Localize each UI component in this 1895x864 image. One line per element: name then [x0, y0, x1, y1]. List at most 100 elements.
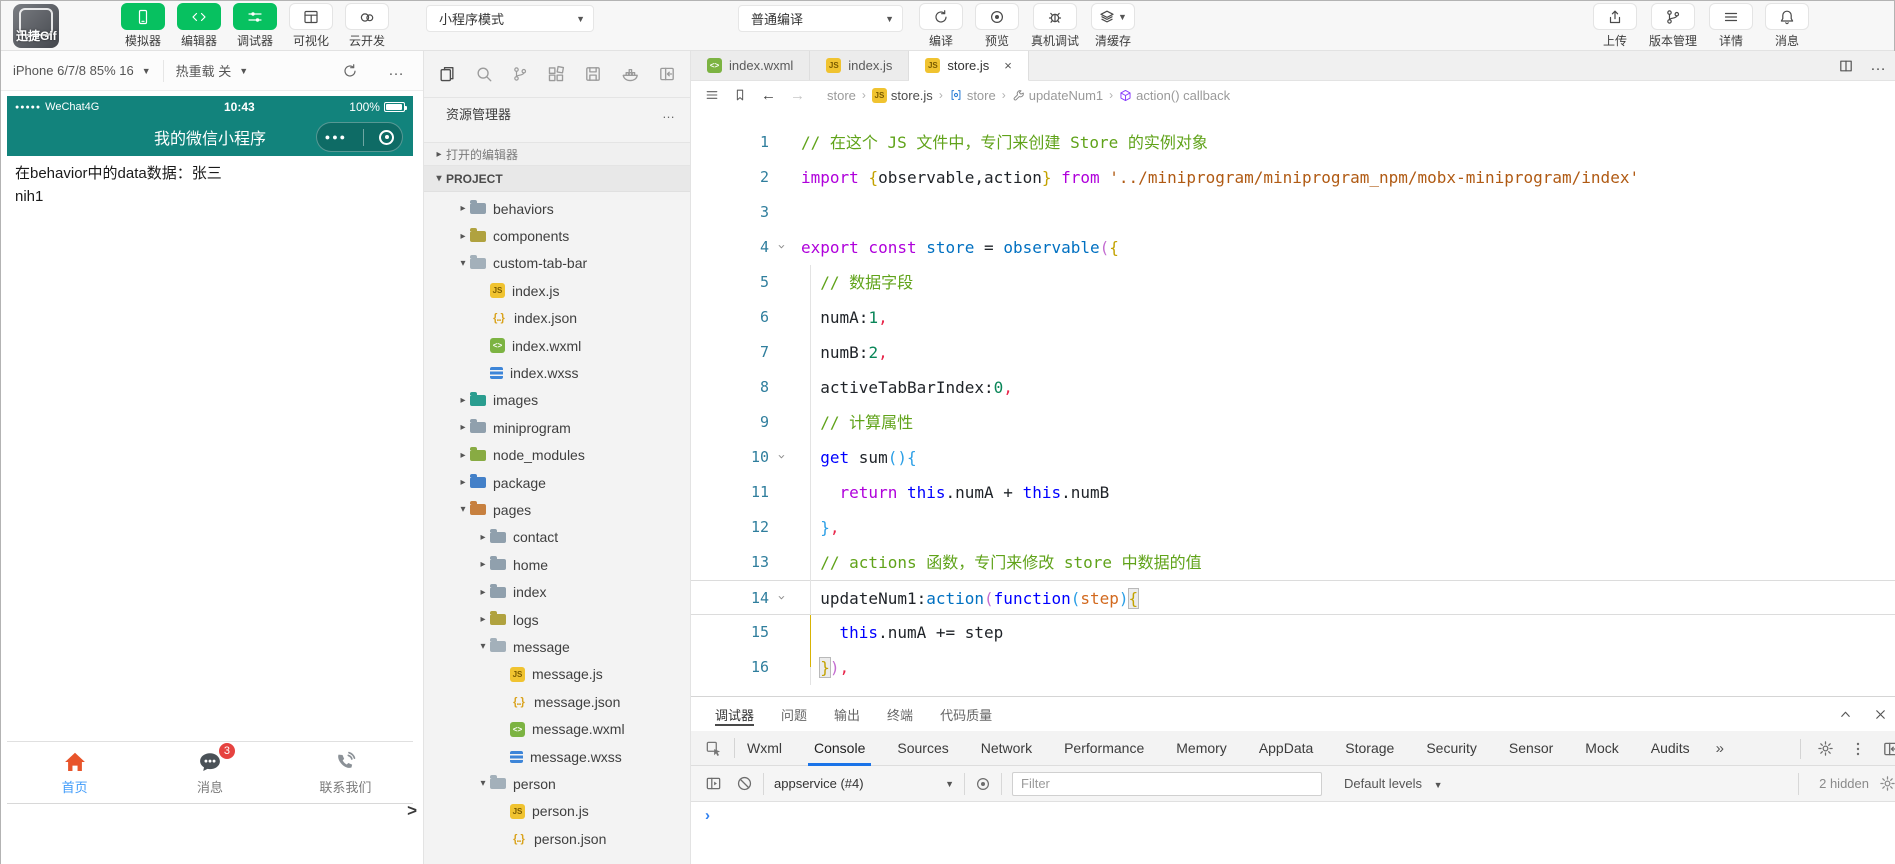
console-sidebar-toggle-icon[interactable]: [705, 775, 722, 792]
capsule-menu[interactable]: ●●●: [316, 122, 403, 152]
split-editor-icon[interactable]: [1838, 58, 1854, 74]
panel-collapse-handle[interactable]: >: [407, 801, 417, 821]
device-select-dropdown[interactable]: iPhone 6/7/8 85% 16 ▼: [13, 63, 151, 78]
panel-tab-终端[interactable]: 终端: [887, 697, 913, 731]
console-eye-icon[interactable]: [975, 776, 991, 792]
editor-tab-index.js[interactable]: JS index.js: [810, 51, 910, 80]
blocks-icon[interactable]: [547, 65, 565, 83]
tree-item-message.wxml[interactable]: <> message.wxml: [424, 715, 690, 742]
project-section[interactable]: ▾ PROJECT: [424, 166, 690, 192]
tree-item-components[interactable]: ▸ components: [424, 222, 690, 249]
outline-list-icon[interactable]: [705, 88, 719, 102]
tree-item-custom-tab-bar[interactable]: ▾ custom-tab-bar: [424, 250, 690, 277]
tree-item-message[interactable]: ▾ message: [424, 633, 690, 660]
tree-item-logs[interactable]: ▸ logs: [424, 606, 690, 633]
simulator-refresh-icon[interactable]: [342, 63, 358, 79]
editor-more-button[interactable]: …: [1870, 57, 1886, 75]
tree-item-miniprogram[interactable]: ▸ miniprogram: [424, 414, 690, 441]
log-levels-dropdown[interactable]: Default levels ▼: [1344, 776, 1443, 791]
mode-button-编辑器[interactable]: 编辑器: [177, 3, 221, 49]
mode-button-云开发[interactable]: 云开发: [345, 3, 389, 49]
search-icon[interactable]: [475, 65, 493, 83]
devtools-tab-Storage[interactable]: Storage: [1345, 731, 1394, 766]
code-editor[interactable]: 1 // 在这个 JS 文件中，专门来创建 Store 的实例对象 2 import …: [691, 109, 1895, 696]
devtools-tab-Console[interactable]: Console: [807, 731, 872, 766]
more-menu-icon[interactable]: ●●●: [325, 132, 347, 142]
mode-select-dropdown[interactable]: 小程序模式 ▼: [426, 5, 594, 32]
tree-item-node_modules[interactable]: ▸ node_modules: [424, 442, 690, 469]
breadcrumb-item[interactable]: store: [949, 88, 996, 103]
devtools-tab-Wxml[interactable]: Wxml: [747, 731, 782, 766]
breadcrumb-item[interactable]: JS store.js: [871, 87, 933, 103]
tree-item-index.js[interactable]: JS index.js: [424, 277, 690, 304]
panel-tab-输出[interactable]: 输出: [834, 697, 860, 731]
devtools-settings-icon[interactable]: [1817, 740, 1834, 757]
editor-tab-store.js[interactable]: JS store.js ×: [909, 51, 1029, 81]
hot-reload-dropdown[interactable]: 热重载 关 ▼: [176, 61, 249, 80]
tree-item-contact[interactable]: ▸ contact: [424, 524, 690, 551]
breadcrumb-item[interactable]: store: [827, 88, 856, 103]
devtools-tab-Sources[interactable]: Sources: [897, 731, 948, 766]
phone-tab-联系我们[interactable]: 联系我们: [278, 749, 413, 796]
collapse-panel-icon[interactable]: [1838, 707, 1853, 722]
tree-item-index.wxss[interactable]: index.wxss: [424, 359, 690, 386]
toolbar-button-上传[interactable]: 上传: [1592, 3, 1637, 49]
nav-back-icon[interactable]: ←: [761, 87, 776, 104]
action-button-预览[interactable]: 预览: [975, 3, 1019, 49]
tree-item-message.wxss[interactable]: message.wxss: [424, 743, 690, 770]
panel-tab-调试器[interactable]: 调试器: [715, 697, 755, 731]
mode-button-调试器[interactable]: 调试器: [233, 3, 277, 49]
dock-side-icon[interactable]: [1882, 740, 1895, 758]
close-tab-icon[interactable]: ×: [1004, 58, 1012, 73]
save-icon[interactable]: [584, 65, 602, 83]
phone-tab-首页[interactable]: 首页: [7, 749, 142, 796]
breadcrumb-item[interactable]: updateNum1: [1012, 88, 1103, 103]
close-panel-icon[interactable]: [1873, 707, 1888, 722]
editor-tab-index.wxml[interactable]: <> index.wxml: [691, 51, 811, 80]
toolbar-button-详情[interactable]: 详情: [1709, 3, 1753, 49]
devtools-kebab-icon[interactable]: [1850, 741, 1866, 757]
minimize-icon[interactable]: [379, 129, 395, 145]
more-tabs-icon[interactable]: »: [1716, 740, 1724, 757]
branch-icon[interactable]: [512, 66, 528, 82]
fold-chevron-icon[interactable]: ›: [763, 594, 798, 602]
toolbar-button-消息[interactable]: 消息: [1765, 3, 1809, 49]
tree-item-person[interactable]: ▾ person: [424, 770, 690, 797]
panel-tab-问题[interactable]: 问题: [781, 697, 807, 731]
tree-item-package[interactable]: ▸ package: [424, 469, 690, 496]
toolbar-button-版本管理[interactable]: 版本管理: [1649, 3, 1697, 49]
tree-item-message.js[interactable]: JS message.js: [424, 661, 690, 688]
action-button-真机调试[interactable]: 真机调试: [1031, 3, 1079, 49]
compile-select-dropdown[interactable]: 普通编译 ▼: [738, 5, 903, 32]
explorer-more-button[interactable]: …: [662, 106, 676, 121]
tree-item-index[interactable]: ▸ index: [424, 578, 690, 605]
docker-icon[interactable]: [621, 65, 639, 83]
mode-button-可视化[interactable]: 可视化: [289, 3, 333, 49]
open-editors-section[interactable]: ▸ 打开的编辑器: [424, 142, 690, 166]
breadcrumb-item[interactable]: action() callback: [1119, 88, 1230, 103]
tree-item-home[interactable]: ▸ home: [424, 551, 690, 578]
tree-item-pages[interactable]: ▾ pages: [424, 496, 690, 523]
tree-item-person.json[interactable]: {..} person.json: [424, 825, 690, 852]
devtools-tab-Audits[interactable]: Audits: [1651, 731, 1690, 766]
panel-tab-代码质量[interactable]: 代码质量: [940, 697, 992, 731]
mode-button-模拟器[interactable]: 模拟器: [121, 3, 165, 49]
bookmark-icon[interactable]: [733, 88, 747, 102]
console-output[interactable]: ›: [691, 802, 1895, 864]
dockleft-icon[interactable]: [658, 65, 676, 83]
tree-item-index.wxml[interactable]: <> index.wxml: [424, 332, 690, 359]
tree-item-person.js[interactable]: JS person.js: [424, 798, 690, 825]
console-filter-input[interactable]: [1012, 771, 1322, 796]
tree-item-message.json[interactable]: {..} message.json: [424, 688, 690, 715]
tree-item-index.json[interactable]: {..} index.json: [424, 305, 690, 332]
devtools-tab-Mock[interactable]: Mock: [1585, 731, 1618, 766]
devtools-tab-Network[interactable]: Network: [981, 731, 1032, 766]
tree-item-images[interactable]: ▸ images: [424, 387, 690, 414]
inspect-element-icon[interactable]: [705, 740, 722, 757]
execution-context-dropdown[interactable]: appservice (#4) ▼: [774, 776, 954, 791]
filter-settings-icon[interactable]: [1879, 775, 1895, 792]
fold-chevron-icon[interactable]: ›: [763, 453, 798, 461]
action-button-编译[interactable]: 编译: [919, 3, 963, 49]
devtools-tab-AppData[interactable]: AppData: [1259, 731, 1313, 766]
devtools-tab-Performance[interactable]: Performance: [1064, 731, 1144, 766]
